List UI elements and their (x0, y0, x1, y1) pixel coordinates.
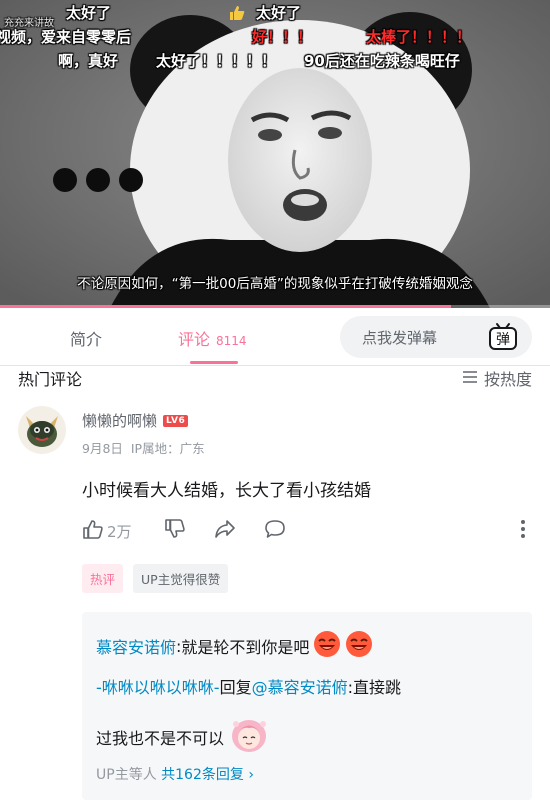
reply-item[interactable]: -咻咻以咻以咻咻- 回复 @慕容安诺俯 :直接跳 (96, 674, 401, 698)
reply-count-link[interactable]: 共162条回复 (161, 767, 244, 783)
reply-more-prefix: UP主等人 (96, 767, 162, 783)
list-sort-icon (462, 369, 478, 388)
comment-text: 小时候看大人结婚，长大了看小孩结婚 (82, 481, 371, 501)
comment-tags: 热评 UP主觉得很赞 (82, 564, 238, 593)
share-button[interactable] (214, 518, 236, 544)
danmaku-text: 太好了 (66, 4, 112, 22)
danmaku-text: 好！！！ (252, 28, 313, 46)
laughing-emoji-icon (345, 630, 373, 662)
view-all-replies[interactable]: UP主等人 共162条回复 › (96, 764, 254, 784)
reply-item-continued[interactable]: 过我也不是不可以 (96, 716, 270, 758)
comment-actions: 2万 (82, 518, 532, 544)
reply-item[interactable]: 慕容安诺俯: 就是轮不到你是吧 (96, 630, 373, 662)
tab-comments[interactable]: 评论 8114 (178, 326, 247, 350)
reply-text: :直接跳 (347, 678, 401, 697)
username-text: 懒懒的啊懒 (82, 412, 158, 430)
reply-text: 过我也不是不可以 (96, 729, 225, 748)
avatar[interactable] (18, 406, 66, 454)
dislike-icon (164, 518, 186, 544)
reply-mention[interactable]: @慕容安诺俯 (252, 674, 348, 698)
comment-ip: IP属地：广东 (130, 441, 205, 456)
dislike-button[interactable] (164, 518, 186, 544)
danmaku-text: 90后还在吃辣条喝旺仔 (304, 52, 460, 70)
girl-sticker-icon (228, 716, 270, 758)
comment-date: 9月8日 (82, 441, 123, 456)
danmaku-tv-icon[interactable]: 弹 (487, 321, 519, 353)
reply-username[interactable]: -咻咻以咻以咻咻- (96, 674, 220, 698)
hot-comments-title: 热门评论 (18, 370, 83, 389)
danmaku-text: 太好了！！！！！ (156, 52, 277, 70)
danmaku-text: 太好了 (256, 4, 302, 22)
hot-comment-tag: 热评 (82, 564, 124, 593)
tab-comments-count: 8114 (216, 334, 247, 348)
active-tab-indicator (190, 361, 238, 364)
danmaku-text: 太棒了！！！！ (366, 28, 472, 46)
video-player[interactable]: 充充来讲故 太好了 视频，爱来自零零后 啊，真好 太好了！！！！！ 太好了 好！… (0, 0, 550, 308)
up-liked-tag: UP主觉得很赞 (133, 564, 229, 593)
sort-label: 按热度 (483, 370, 532, 389)
reply-username[interactable]: 慕容安诺俯 (96, 634, 176, 658)
reply-mid: 回复 (219, 678, 252, 697)
comment-username[interactable]: 懒懒的啊懒 LV6 (82, 410, 189, 431)
tab-bar: 简介 评论 8114 点我发弹幕 弹 (0, 308, 550, 366)
laughing-emoji-icon (313, 630, 341, 662)
level-badge: LV6 (163, 414, 189, 427)
share-icon (214, 518, 236, 544)
danmaku-input-placeholder: 点我发弹幕 (362, 329, 438, 347)
thumb-up-icon (228, 4, 246, 26)
reply-button[interactable] (264, 518, 286, 544)
comment-meta: 9月8日 IP属地：广东 (82, 438, 205, 457)
danmaku-text: 视频，爱来自零零后 (0, 28, 132, 46)
sort-button[interactable]: 按热度 (462, 366, 532, 390)
reply-text: 就是轮不到你是吧 (181, 638, 310, 657)
reply-preview-box[interactable]: 慕容安诺俯: 就是轮不到你是吧 -咻咻以咻以咻咻- 回复 @慕容安诺俯 :直接跳… (82, 612, 532, 800)
like-icon (82, 518, 104, 544)
danmaku-button-label: 弹 (496, 332, 510, 348)
like-button[interactable]: 2万 (82, 518, 132, 544)
chevron-right-icon: › (248, 767, 254, 783)
tab-intro[interactable]: 简介 (70, 326, 102, 350)
danmaku-text: 啊，真好 (58, 52, 119, 70)
like-count: 2万 (107, 522, 132, 541)
video-subtitle: 不论原因如何，“第一批00后高婚”的现象似乎在打破传统婚姻观念 (77, 276, 473, 292)
comment-icon (264, 518, 286, 544)
more-vertical-icon[interactable] (520, 519, 526, 543)
tab-comments-label: 评论 (178, 330, 211, 349)
danmaku-input[interactable]: 点我发弹幕 弹 (340, 316, 532, 358)
